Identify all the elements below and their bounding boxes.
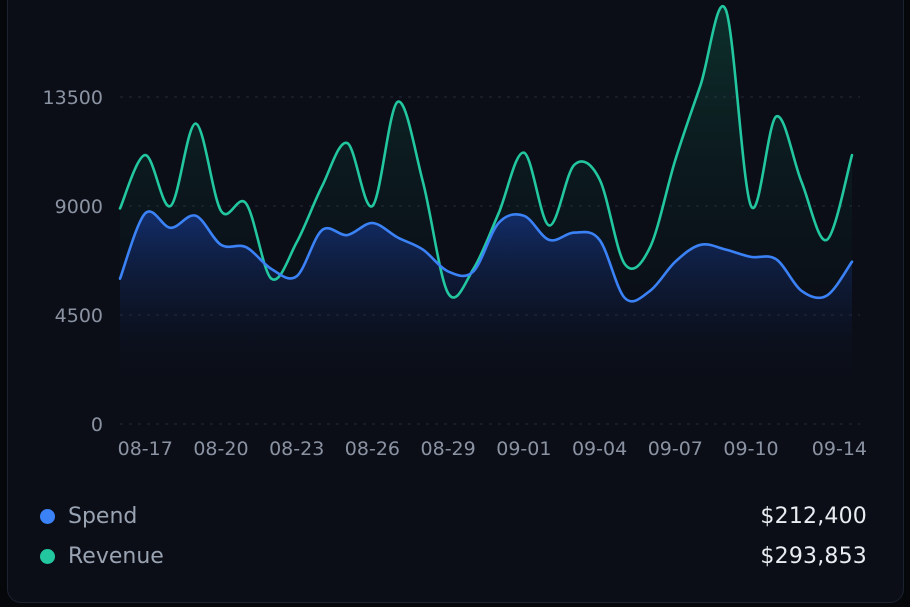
x-tick-label: 08-29: [421, 438, 476, 460]
y-tick-label: 13500: [43, 87, 103, 109]
x-tick-label: 09-04: [572, 438, 627, 460]
x-tick-label: 09-14: [812, 438, 867, 460]
legend-total-revenue: $293,853: [760, 543, 867, 569]
x-axis: 08-17 08-20 08-23 08-26 08-29 09-01 09-04 09-07…: [118, 438, 867, 460]
x-tick-label: 09-01: [496, 438, 551, 460]
y-axis: 0 4500 9000 13500: [43, 87, 103, 436]
spend-dot-icon: [40, 508, 55, 524]
y-tick-label: 4500: [55, 305, 103, 327]
y-tick-label: 9000: [55, 196, 103, 218]
series-areas: [120, 6, 852, 390]
legend-item-revenue[interactable]: Revenue $293,853: [40, 541, 867, 571]
x-tick-label: 08-17: [118, 438, 173, 460]
x-tick-label: 09-10: [723, 438, 778, 460]
x-tick-label: 08-26: [345, 438, 400, 460]
legend-label-spend: Spend: [68, 503, 138, 529]
revenue-dot-icon: [40, 548, 55, 564]
x-tick-label: 09-07: [648, 438, 703, 460]
x-tick-label: 08-20: [193, 438, 248, 460]
y-tick-label: 0: [91, 414, 103, 436]
legend-label-revenue: Revenue: [68, 543, 164, 569]
legend-item-spend[interactable]: Spend $212,400: [40, 501, 867, 531]
legend-total-spend: $212,400: [760, 503, 867, 529]
x-tick-label: 08-23: [269, 438, 324, 460]
